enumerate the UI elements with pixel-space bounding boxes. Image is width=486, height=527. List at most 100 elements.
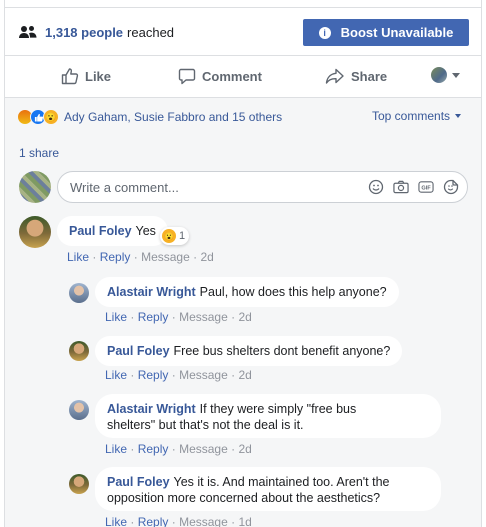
comment-author-link[interactable]: Paul Foley — [107, 475, 170, 489]
comment-bubble: Paul Foley Yes — [57, 216, 168, 246]
comment-message-link[interactable]: Message — [179, 442, 228, 456]
comment-author-link[interactable]: Alastair Wright — [107, 402, 196, 416]
like-button[interactable]: Like — [61, 62, 111, 90]
sort-label: Top comments — [372, 109, 451, 123]
camera-icon[interactable] — [393, 179, 409, 195]
separator: · — [231, 368, 236, 382]
comment-actions: Like · Reply · Message · 1d — [105, 515, 252, 527]
comment-message-link[interactable]: Message — [179, 515, 228, 527]
comment-actions: Like · Reply · Message · 2d — [105, 368, 252, 382]
sticker-icon[interactable] — [443, 179, 459, 195]
reply-bubble: Alastair Wright If they were simply "free… — [95, 394, 441, 438]
separator: · — [130, 442, 135, 456]
separator: · — [92, 250, 97, 264]
gif-icon[interactable]: GIF — [418, 179, 434, 195]
post-card: 1,318 people reached i Boost Unavailable… — [4, 0, 482, 527]
reply-bubble: Paul Foley Yes it is. And maintained too.… — [95, 467, 441, 511]
comment-timestamp[interactable]: 2d — [200, 250, 213, 264]
comment-author-link[interactable]: Alastair Wright — [107, 285, 196, 299]
reach-label: reached — [127, 24, 175, 40]
comment-timestamp[interactable]: 1d — [238, 515, 251, 527]
chevron-down-icon — [455, 114, 462, 118]
info-icon: i — [318, 26, 331, 39]
wow-reaction-icon: 😮 — [43, 109, 59, 125]
divider — [5, 7, 481, 8]
avatar[interactable] — [69, 474, 89, 494]
comment-timestamp[interactable]: 2d — [238, 368, 251, 382]
reaction-count: 1 — [179, 230, 186, 242]
share-label: Share — [351, 68, 388, 84]
comment-input[interactable] — [70, 179, 350, 195]
comment-text-continued: opposition more concerned about the aest… — [107, 491, 381, 505]
comment-actions: Like · Reply · Message · 2d — [67, 250, 214, 264]
comment-message-link[interactable]: Message — [179, 368, 228, 382]
like-label: Like — [85, 68, 112, 84]
comment-composer[interactable]: GIF — [57, 171, 468, 203]
comment-reply-link[interactable]: Reply — [138, 368, 169, 382]
comment-text: If they were simply "free bus — [199, 402, 357, 416]
comment-text-continued: shelters" but that's not the deal is it. — [107, 418, 304, 432]
separator: · — [193, 250, 198, 264]
reaction-names: Ady Gaham, Susie Fabbro and 15 others — [64, 110, 283, 124]
share-count-link[interactable]: 1 share — [19, 146, 59, 160]
avatar[interactable] — [69, 283, 89, 303]
separator: · — [171, 310, 176, 324]
comment-like-link[interactable]: Like — [105, 310, 127, 324]
comment-text: Yes — [135, 224, 156, 238]
reaction-count-chip[interactable]: 😮 1 — [160, 227, 190, 245]
reply-bubble: Paul Foley Free bus shelters dont benefit… — [95, 336, 403, 366]
reaction-summary[interactable]: 😮 Ady Gaham, Susie Fabbro and 15 others — [17, 108, 282, 126]
comment-message-link[interactable]: Message — [179, 310, 228, 324]
reach-summary: 1,318 people reached — [19, 22, 174, 42]
wow-reaction-icon: 😮 — [162, 229, 176, 243]
comment-text: Paul, how does this help anyone? — [199, 285, 387, 299]
separator: · — [130, 368, 135, 382]
reply-bubble: Alastair Wright Paul, how does this help … — [95, 277, 399, 307]
divider — [5, 55, 481, 56]
comment-reply-link[interactable]: Reply — [138, 310, 169, 324]
avatar[interactable] — [69, 400, 89, 420]
comment-like-link[interactable]: Like — [67, 250, 89, 264]
page-avatar-icon — [431, 67, 447, 83]
reach-count-link[interactable]: 1,318 people — [45, 25, 123, 40]
comment-timestamp[interactable]: 2d — [238, 442, 251, 456]
avatar — [19, 171, 51, 203]
avatar[interactable] — [19, 216, 51, 248]
comment-message-link[interactable]: Message — [141, 250, 190, 264]
comment-like-link[interactable]: Like — [105, 515, 127, 527]
divider — [5, 97, 481, 98]
svg-text:GIF: GIF — [421, 185, 431, 191]
share-button[interactable]: Share — [325, 62, 387, 90]
comment-label: Comment — [202, 68, 262, 84]
avatar[interactable] — [69, 341, 89, 361]
comment-sort-dropdown[interactable]: Top comments — [372, 109, 462, 123]
comment-reply-link[interactable]: Reply — [138, 515, 169, 527]
thumbs-up-icon — [61, 68, 79, 85]
people-icon — [19, 26, 37, 38]
share-arrow-icon — [325, 68, 344, 84]
comment-author-link[interactable]: Paul Foley — [107, 344, 170, 358]
chevron-down-icon — [452, 72, 460, 78]
comment-text: Yes it is. And maintained too. Aren't th… — [173, 475, 390, 489]
separator: · — [133, 250, 138, 264]
separator: · — [171, 515, 176, 527]
comment-timestamp[interactable]: 2d — [238, 310, 251, 324]
separator: · — [130, 515, 135, 527]
comment-reply-link[interactable]: Reply — [138, 442, 169, 456]
comment-actions: Like · Reply · Message · 2d — [105, 310, 252, 324]
post-as-selector[interactable] — [431, 67, 460, 83]
separator: · — [231, 442, 236, 456]
comment-bubble-icon — [178, 68, 196, 85]
comment-reply-link[interactable]: Reply — [100, 250, 131, 264]
separator: · — [231, 515, 236, 527]
comment-button[interactable]: Comment — [178, 62, 262, 90]
separator: · — [231, 310, 236, 324]
comment-like-link[interactable]: Like — [105, 442, 127, 456]
separator: · — [171, 368, 176, 382]
separator: · — [171, 442, 176, 456]
emoji-icon[interactable] — [368, 179, 384, 195]
comment-author-link[interactable]: Paul Foley — [69, 224, 132, 238]
boost-button[interactable]: i Boost Unavailable — [303, 19, 469, 46]
comment-like-link[interactable]: Like — [105, 368, 127, 382]
boost-label: Boost Unavailable — [340, 25, 454, 40]
